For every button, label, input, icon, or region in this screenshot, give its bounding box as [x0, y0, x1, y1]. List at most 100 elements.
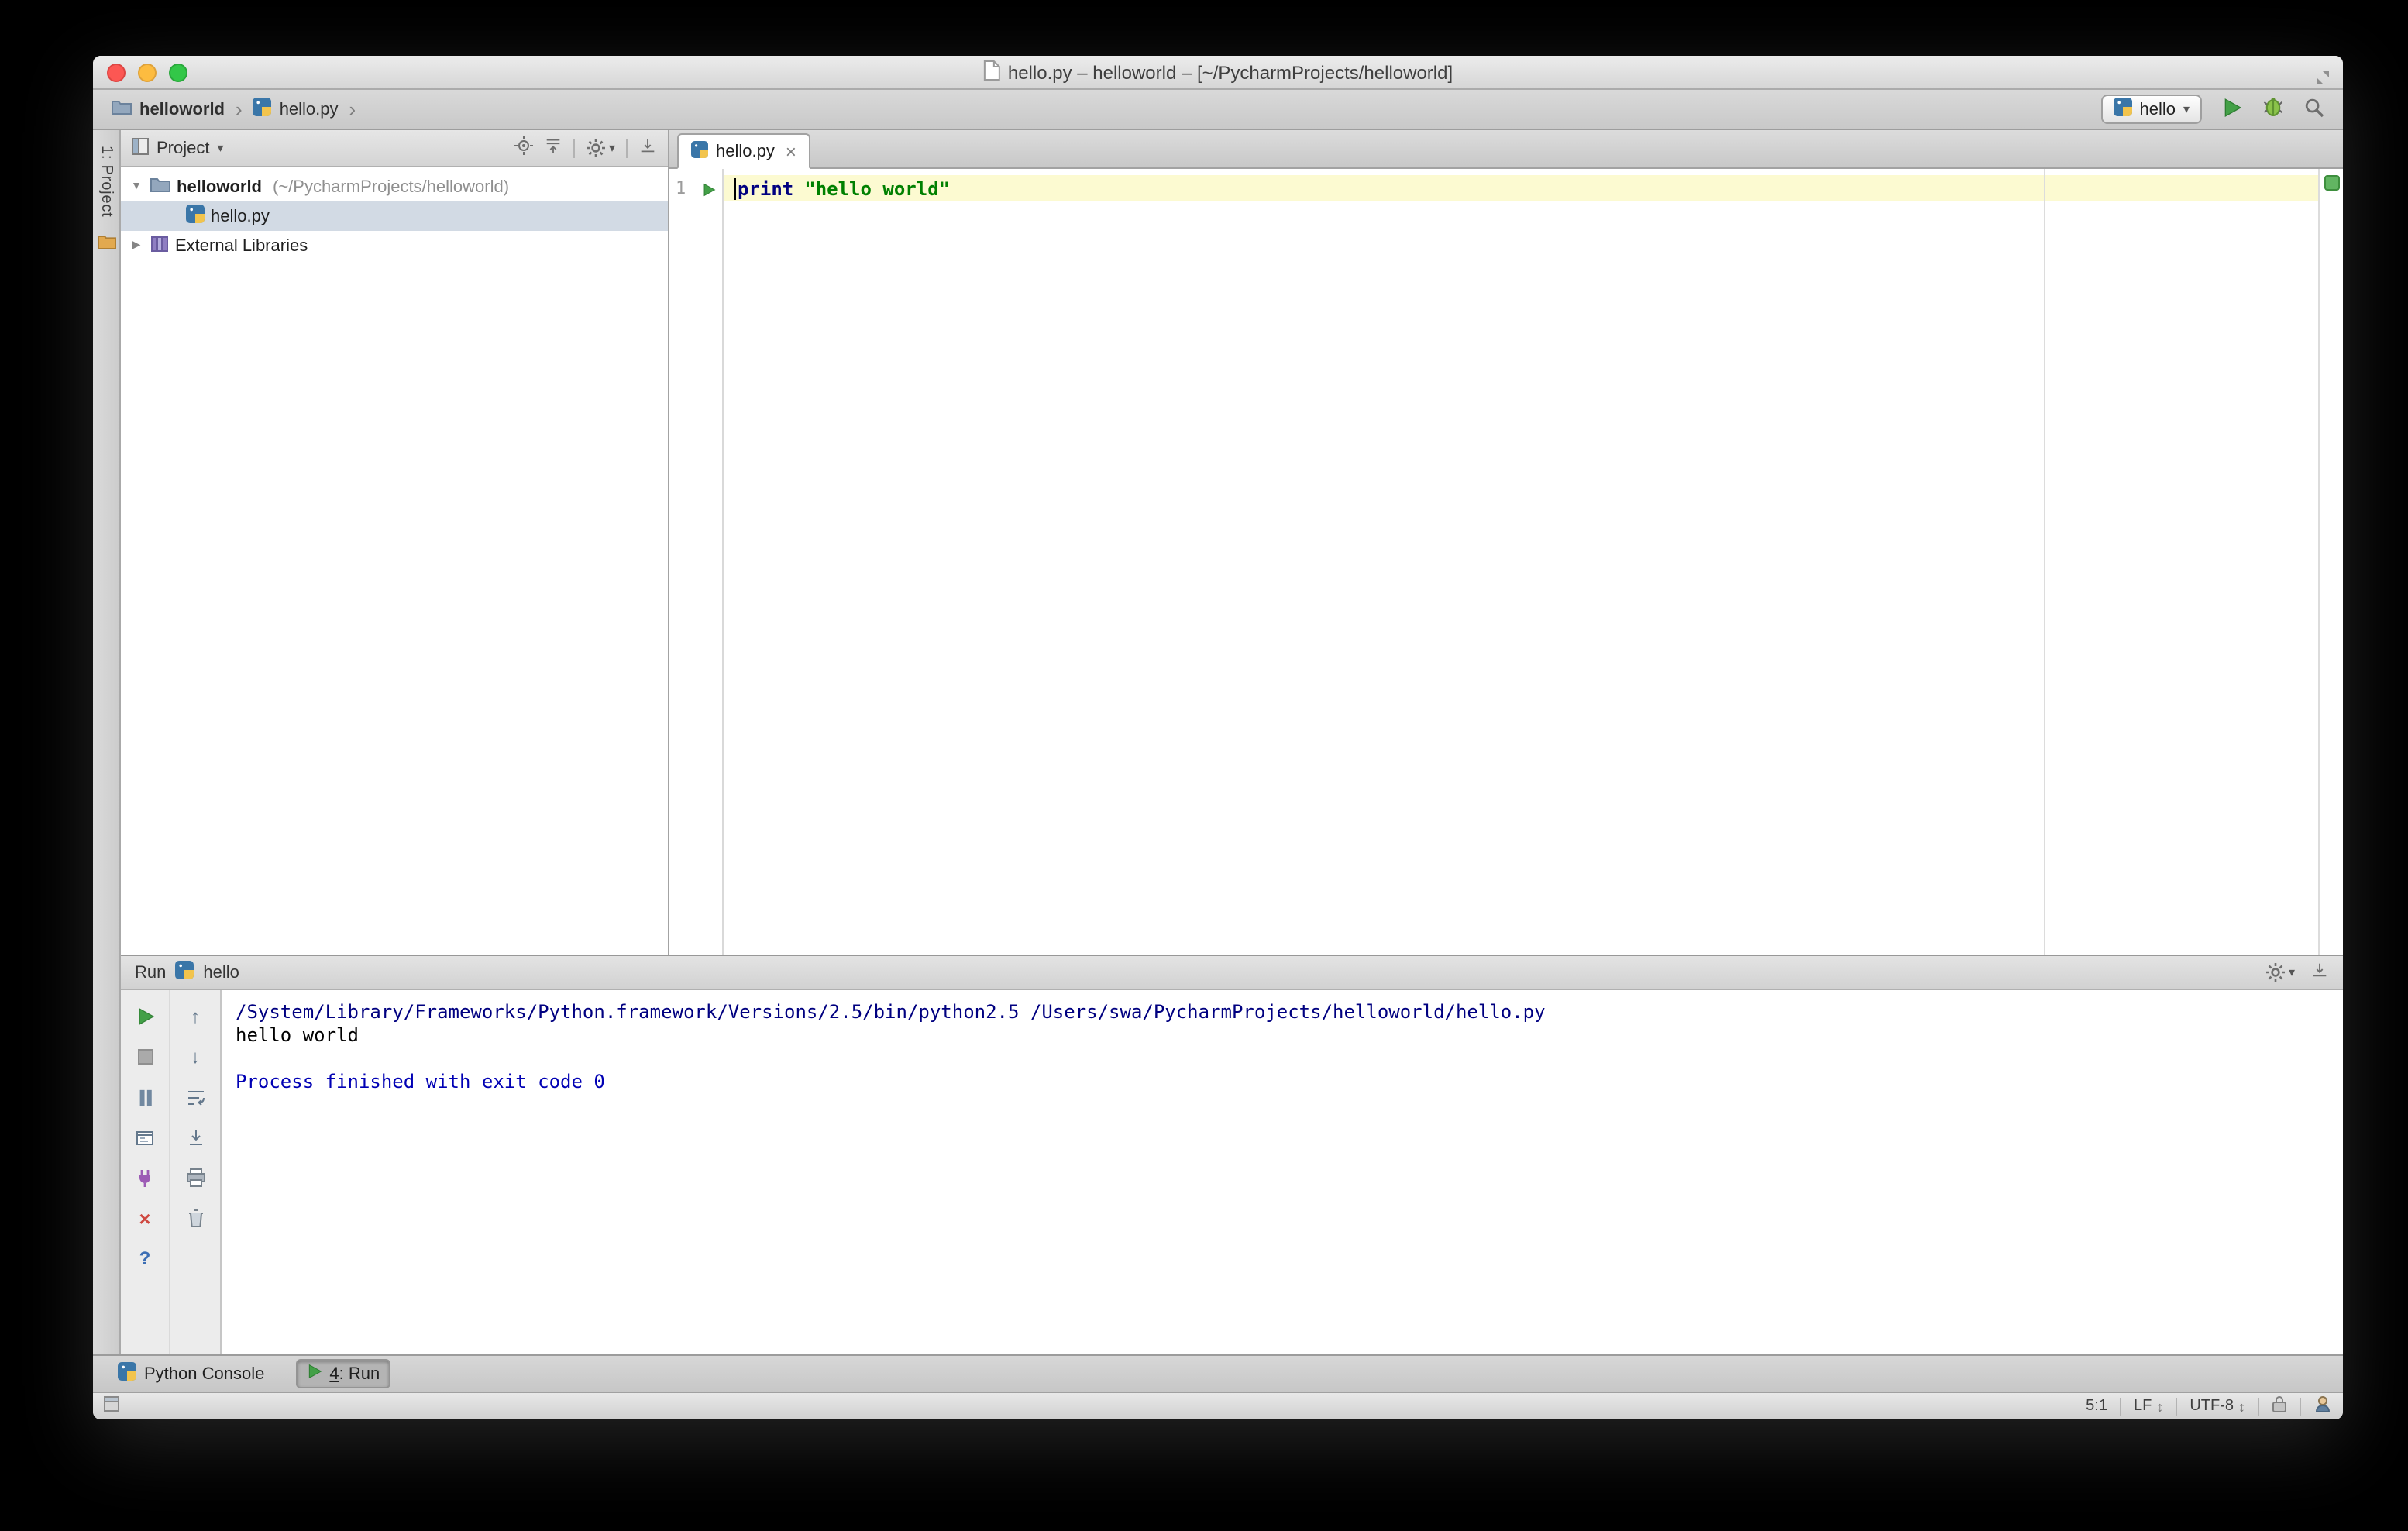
- run-settings-button[interactable]: ▾: [2265, 962, 2295, 982]
- divider: [2176, 1397, 2178, 1416]
- chevron-down-icon: ▾: [2183, 102, 2190, 116]
- navigation-bar: helloworld › hello.py › hello ▾: [93, 90, 2343, 130]
- editor-tab-label: hello.py: [716, 142, 775, 160]
- show-command-line-button[interactable]: [132, 1165, 157, 1190]
- toolwindow-quick-access-icon[interactable]: [104, 1396, 119, 1416]
- run-panel-actions: ▾: [2265, 961, 2329, 984]
- editor: 1 print "hello world": [669, 169, 2343, 955]
- clear-all-button[interactable]: [183, 1206, 208, 1230]
- hide-panel-button[interactable]: [638, 136, 657, 160]
- locate-file-button[interactable]: [514, 136, 533, 160]
- code-line-1: print "hello world": [724, 175, 2318, 201]
- run-button[interactable]: [2222, 97, 2242, 122]
- folder-icon: [150, 176, 170, 198]
- editor-tab-hello-py[interactable]: hello.py ×: [677, 133, 810, 169]
- toolwindow-stripe: 1: Project: [93, 130, 121, 1354]
- stop-button[interactable]: [132, 1044, 157, 1069]
- collapse-arrow-icon[interactable]: ▶: [129, 240, 144, 251]
- run-toolbar: hello ▾: [2100, 95, 2324, 124]
- tree-row-hello-py[interactable]: hello.py: [121, 201, 668, 231]
- code-area[interactable]: print "hello world": [724, 169, 2318, 955]
- folder-icon: [112, 98, 132, 120]
- caret-position-widget[interactable]: 5:1: [2086, 1398, 2107, 1415]
- gutter-line-1: 1: [669, 175, 722, 201]
- window-title-text: hello.py – helloworld – [~/PycharmProjec…: [1007, 61, 1453, 83]
- python-file-icon: [186, 205, 205, 228]
- python-console-button[interactable]: Python Console: [108, 1359, 273, 1388]
- inspection-status-indicator[interactable]: [2324, 175, 2340, 191]
- debug-button[interactable]: [2262, 96, 2284, 122]
- pycharm-window: hello.py – helloworld – [~/PycharmProjec…: [93, 56, 2343, 1419]
- titlebar: hello.py – helloworld – [~/PycharmProjec…: [93, 56, 2343, 90]
- minimize-window-button[interactable]: [138, 63, 157, 81]
- chevron-right-icon: ›: [236, 98, 243, 121]
- python-file-icon: [253, 98, 272, 121]
- screen: hello.py – helloworld – [~/PycharmProjec…: [0, 0, 2408, 1531]
- main-area: Project ▾ ▾ ▼ helloworld (~/PycharmProje…: [121, 130, 2343, 955]
- project-stripe-icon: [97, 230, 115, 258]
- project-root-path: (~/PycharmProjects/helloworld): [273, 177, 510, 196]
- rerun-button[interactable]: [132, 1004, 157, 1029]
- line-number: 1: [676, 178, 686, 198]
- breadcrumb-project[interactable]: helloworld: [112, 98, 225, 120]
- editor-column: hello.py × 1 print "hello world": [669, 130, 2343, 955]
- library-icon: [150, 234, 169, 257]
- ide-content: 1: Project Project ▾ ▾ ▼ helloworld (~/P…: [93, 130, 2343, 1354]
- external-libraries-label: External Libraries: [175, 236, 308, 255]
- chevron-down-icon: ▾: [2288, 965, 2295, 979]
- soft-wrap-button[interactable]: [183, 1085, 208, 1110]
- run-config-name: hello: [203, 963, 239, 982]
- project-stripe-button[interactable]: 1: Project: [98, 146, 115, 218]
- tree-row-external-libraries[interactable]: ▶ External Libraries: [121, 231, 668, 260]
- next-occurrence-button[interactable]: ↓: [183, 1044, 208, 1069]
- print-button[interactable]: [183, 1165, 208, 1190]
- toolwindow-buttons-bar: Python Console 4: Run: [93, 1354, 2343, 1392]
- code-keyword: print: [738, 177, 794, 199]
- scroll-to-end-button[interactable]: [183, 1125, 208, 1150]
- breadcrumb-file-label: hello.py: [279, 100, 339, 119]
- python-icon: [175, 961, 194, 984]
- divider: [626, 139, 628, 157]
- line-separator-value: LF: [2133, 1398, 2152, 1415]
- close-tab-icon[interactable]: ×: [786, 142, 796, 160]
- close-window-button[interactable]: [107, 63, 126, 81]
- divider: [2119, 1397, 2121, 1416]
- pause-output-button[interactable]: [132, 1085, 157, 1110]
- show-console-button[interactable]: [132, 1125, 157, 1150]
- run-panel-title: Run: [135, 963, 167, 982]
- prev-occurrence-button[interactable]: ↑: [183, 1004, 208, 1029]
- project-tree: ▼ helloworld (~/PycharmProjects/hellowor…: [121, 167, 668, 955]
- stop-icon: [137, 1049, 153, 1065]
- panel-icon: [132, 137, 149, 159]
- fullscreen-icon[interactable]: [2315, 65, 2331, 93]
- hide-run-panel-button[interactable]: [2310, 961, 2329, 984]
- run-mnemonic: 4: [329, 1364, 339, 1383]
- breadcrumb-project-label: helloworld: [139, 100, 225, 119]
- console-line-command: /System/Library/Frameworks/Python.framew…: [236, 1001, 1546, 1023]
- run-toolwindow-button[interactable]: 4: Run: [295, 1359, 391, 1388]
- line-separator-widget[interactable]: LF ↕: [2134, 1398, 2163, 1415]
- divider: [573, 139, 575, 157]
- error-stripe: [2318, 169, 2343, 955]
- project-view-select[interactable]: Project: [157, 139, 210, 157]
- inspection-profile-icon[interactable]: [2313, 1395, 2332, 1418]
- run-line-marker[interactable]: [702, 174, 716, 203]
- breadcrumb-file[interactable]: hello.py: [253, 98, 339, 121]
- tree-row-project-root[interactable]: ▼ helloworld (~/PycharmProjects/hellowor…: [121, 172, 668, 201]
- expand-arrow-icon[interactable]: ▼: [129, 181, 144, 192]
- help-button[interactable]: ?: [132, 1246, 157, 1271]
- run-configuration-label: hello: [2139, 100, 2176, 119]
- encoding-widget[interactable]: UTF-8 ↕: [2190, 1398, 2245, 1415]
- updown-arrow-icon: ↕: [2238, 1399, 2245, 1414]
- console-line-stdout: hello world: [236, 1024, 359, 1046]
- project-toolwindow: Project ▾ ▾ ▼ helloworld (~/PycharmProje…: [121, 130, 669, 955]
- panel-settings-button[interactable]: ▾: [586, 138, 615, 158]
- search-everywhere-button[interactable]: [2304, 97, 2324, 122]
- collapse-all-button[interactable]: [544, 136, 562, 160]
- updown-arrow-icon: ↕: [2156, 1399, 2164, 1414]
- run-configuration-select[interactable]: hello ▾: [2100, 95, 2202, 124]
- lock-icon[interactable]: [2272, 1395, 2287, 1418]
- console-output[interactable]: /System/Library/Frameworks/Python.framew…: [222, 990, 2343, 1354]
- close-console-button[interactable]: ×: [132, 1206, 157, 1230]
- zoom-window-button[interactable]: [169, 63, 187, 81]
